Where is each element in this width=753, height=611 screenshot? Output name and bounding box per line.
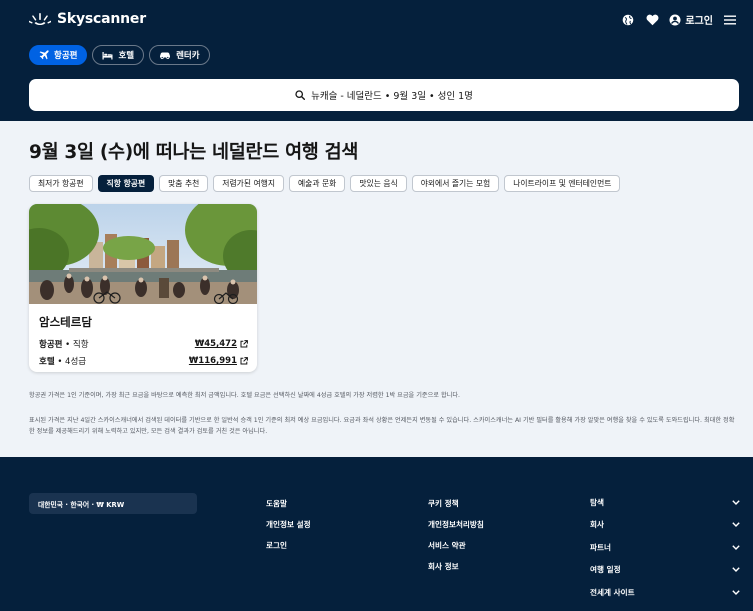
flight-price: ₩45,472 xyxy=(194,339,237,349)
accordion-company-label: 회사 xyxy=(590,520,604,530)
accordion-trips[interactable]: 여행 일정 xyxy=(590,559,740,582)
globe-icon[interactable] xyxy=(621,13,635,27)
hotel-row: 호텔 • 4성급 ₩116,991 xyxy=(39,355,248,367)
filter-chip-recommended[interactable]: 맞춤 추천 xyxy=(159,175,209,192)
filter-chip-food[interactable]: 맛있는 음식 xyxy=(350,175,407,192)
accordion-partners[interactable]: 파트너 xyxy=(590,536,740,559)
login-label: 로그인 xyxy=(685,16,713,27)
footer-link-privacy-policy[interactable]: 개인정보처리방침 xyxy=(428,514,484,535)
flight-detail: • 직항 xyxy=(62,340,89,350)
tab-flights[interactable]: 항공편 xyxy=(29,45,88,65)
filter-chip-cheapest[interactable]: 최저가 항공편 xyxy=(29,175,93,192)
footer-link-login[interactable]: 로그인 xyxy=(266,535,311,556)
site-header: Skyscanner 로그인 항공편 호텔 렌터카 뉴캐슬 - 네덜란드 • 9… xyxy=(0,0,753,121)
skyscanner-logo[interactable]: Skyscanner xyxy=(29,11,146,27)
tab-flights-label: 항공편 xyxy=(54,51,78,61)
price-disclaimer: 표시된 가격은 지난 4일간 스카이스캐너에서 검색된 데이터를 기반으로 한 … xyxy=(29,417,735,435)
chevron-down-icon xyxy=(732,590,740,595)
price-note: 항공권 가격은 1인 기준이며, 가장 최근 요금을 바탕으로 예측한 최저 금… xyxy=(29,392,460,399)
tab-hotels[interactable]: 호텔 xyxy=(92,45,145,65)
footer-link-help[interactable]: 도움말 xyxy=(266,493,311,514)
hotel-price: ₩116,991 xyxy=(188,356,237,366)
flight-price-link[interactable]: ₩45,472 xyxy=(195,339,248,349)
plane-icon xyxy=(39,50,49,60)
accordion-trips-label: 여행 일정 xyxy=(590,565,621,575)
tab-car-hire-label: 렌터카 xyxy=(176,51,200,61)
heart-icon[interactable] xyxy=(645,13,659,27)
footer-accordions: 탐색 회사 파트너 여행 일정 전세계 사이트 xyxy=(590,491,740,604)
filter-chips: 최저가 항공편 직항 항공편 맞춤 추천 저렴가된 여행지 예술과 문화 맛있는… xyxy=(29,175,621,192)
footer-link-company-info[interactable]: 회사 정보 xyxy=(428,556,484,577)
chevron-down-icon xyxy=(732,522,740,528)
filter-chip-affordable[interactable]: 저렴가된 여행지 xyxy=(213,175,284,192)
user-icon xyxy=(669,14,681,25)
search-summary-bar[interactable]: 뉴캐슬 - 네덜란드 • 9월 3일 • 성인 1명 xyxy=(29,79,739,111)
filter-chip-direct[interactable]: 직항 항공편 xyxy=(97,175,155,192)
destination-card[interactable]: 암스테르담 항공편 • 직항 ₩45,472 호텔 • 4성급 ₩116,991 xyxy=(29,204,257,372)
site-footer: 대한민국 · 한국어 · ₩ KRW 도움말 개인정보 설정 로그인 쿠키 정책… xyxy=(0,457,753,611)
accordion-partners-label: 파트너 xyxy=(590,542,611,552)
tab-car-hire[interactable]: 렌터카 xyxy=(149,45,210,65)
accordion-explore[interactable]: 탐색 xyxy=(590,491,740,514)
sunrise-logo-icon xyxy=(29,13,51,25)
accordion-explore-label: 탐색 xyxy=(590,497,604,507)
menu-icon[interactable] xyxy=(723,13,737,27)
hotel-detail: • 4성급 xyxy=(54,357,87,367)
locale-selector[interactable]: 대한민국 · 한국어 · ₩ KRW xyxy=(29,493,197,514)
filter-chip-nightlife[interactable]: 나이트라이프 및 엔터테인먼트 xyxy=(504,175,621,192)
footer-link-privacy-settings[interactable]: 개인정보 설정 xyxy=(266,514,311,535)
login-button[interactable]: 로그인 xyxy=(669,12,713,27)
filter-chip-arts-culture[interactable]: 예술과 문화 xyxy=(289,175,346,192)
logo-text: Skyscanner xyxy=(57,11,146,27)
flight-row: 항공편 • 직항 ₩45,472 xyxy=(39,338,248,350)
car-icon xyxy=(160,52,171,59)
destination-city: 암스테르담 xyxy=(39,315,92,329)
flight-label: 항공편 xyxy=(39,340,63,350)
hotel-price-link[interactable]: ₩116,991 xyxy=(189,356,248,366)
accordion-international-sites-label: 전세계 사이트 xyxy=(590,587,635,597)
destination-photo xyxy=(29,204,257,304)
bed-icon xyxy=(102,51,113,59)
chevron-down-icon xyxy=(732,545,740,550)
header-actions: 로그인 xyxy=(621,12,737,27)
tab-hotels-label: 호텔 xyxy=(118,51,135,61)
footer-link-terms[interactable]: 서비스 약관 xyxy=(428,535,484,556)
filter-chip-outdoor[interactable]: 야외에서 즐기는 모험 xyxy=(411,175,500,192)
external-link-icon xyxy=(240,357,248,365)
search-icon xyxy=(295,90,306,100)
footer-links-col-2: 쿠키 정책 개인정보처리방침 서비스 약관 회사 정보 xyxy=(428,493,484,577)
chevron-down-icon xyxy=(732,500,740,505)
product-tabs: 항공편 호텔 렌터카 xyxy=(29,45,210,65)
chevron-down-icon xyxy=(732,567,740,573)
hotel-label: 호텔 xyxy=(39,357,55,367)
accordion-company[interactable]: 회사 xyxy=(590,514,740,537)
search-summary-text: 뉴캐슬 - 네덜란드 • 9월 3일 • 성인 1명 xyxy=(311,91,473,102)
footer-link-cookie-policy[interactable]: 쿠키 정책 xyxy=(428,493,484,514)
footer-links-col-1: 도움말 개인정보 설정 로그인 xyxy=(266,493,311,556)
page-title: 9월 3일 (수)에 떠나는 네덜란드 여행 검색 xyxy=(29,142,359,163)
external-link-icon xyxy=(240,340,248,348)
accordion-international-sites[interactable]: 전세계 사이트 xyxy=(590,581,740,604)
